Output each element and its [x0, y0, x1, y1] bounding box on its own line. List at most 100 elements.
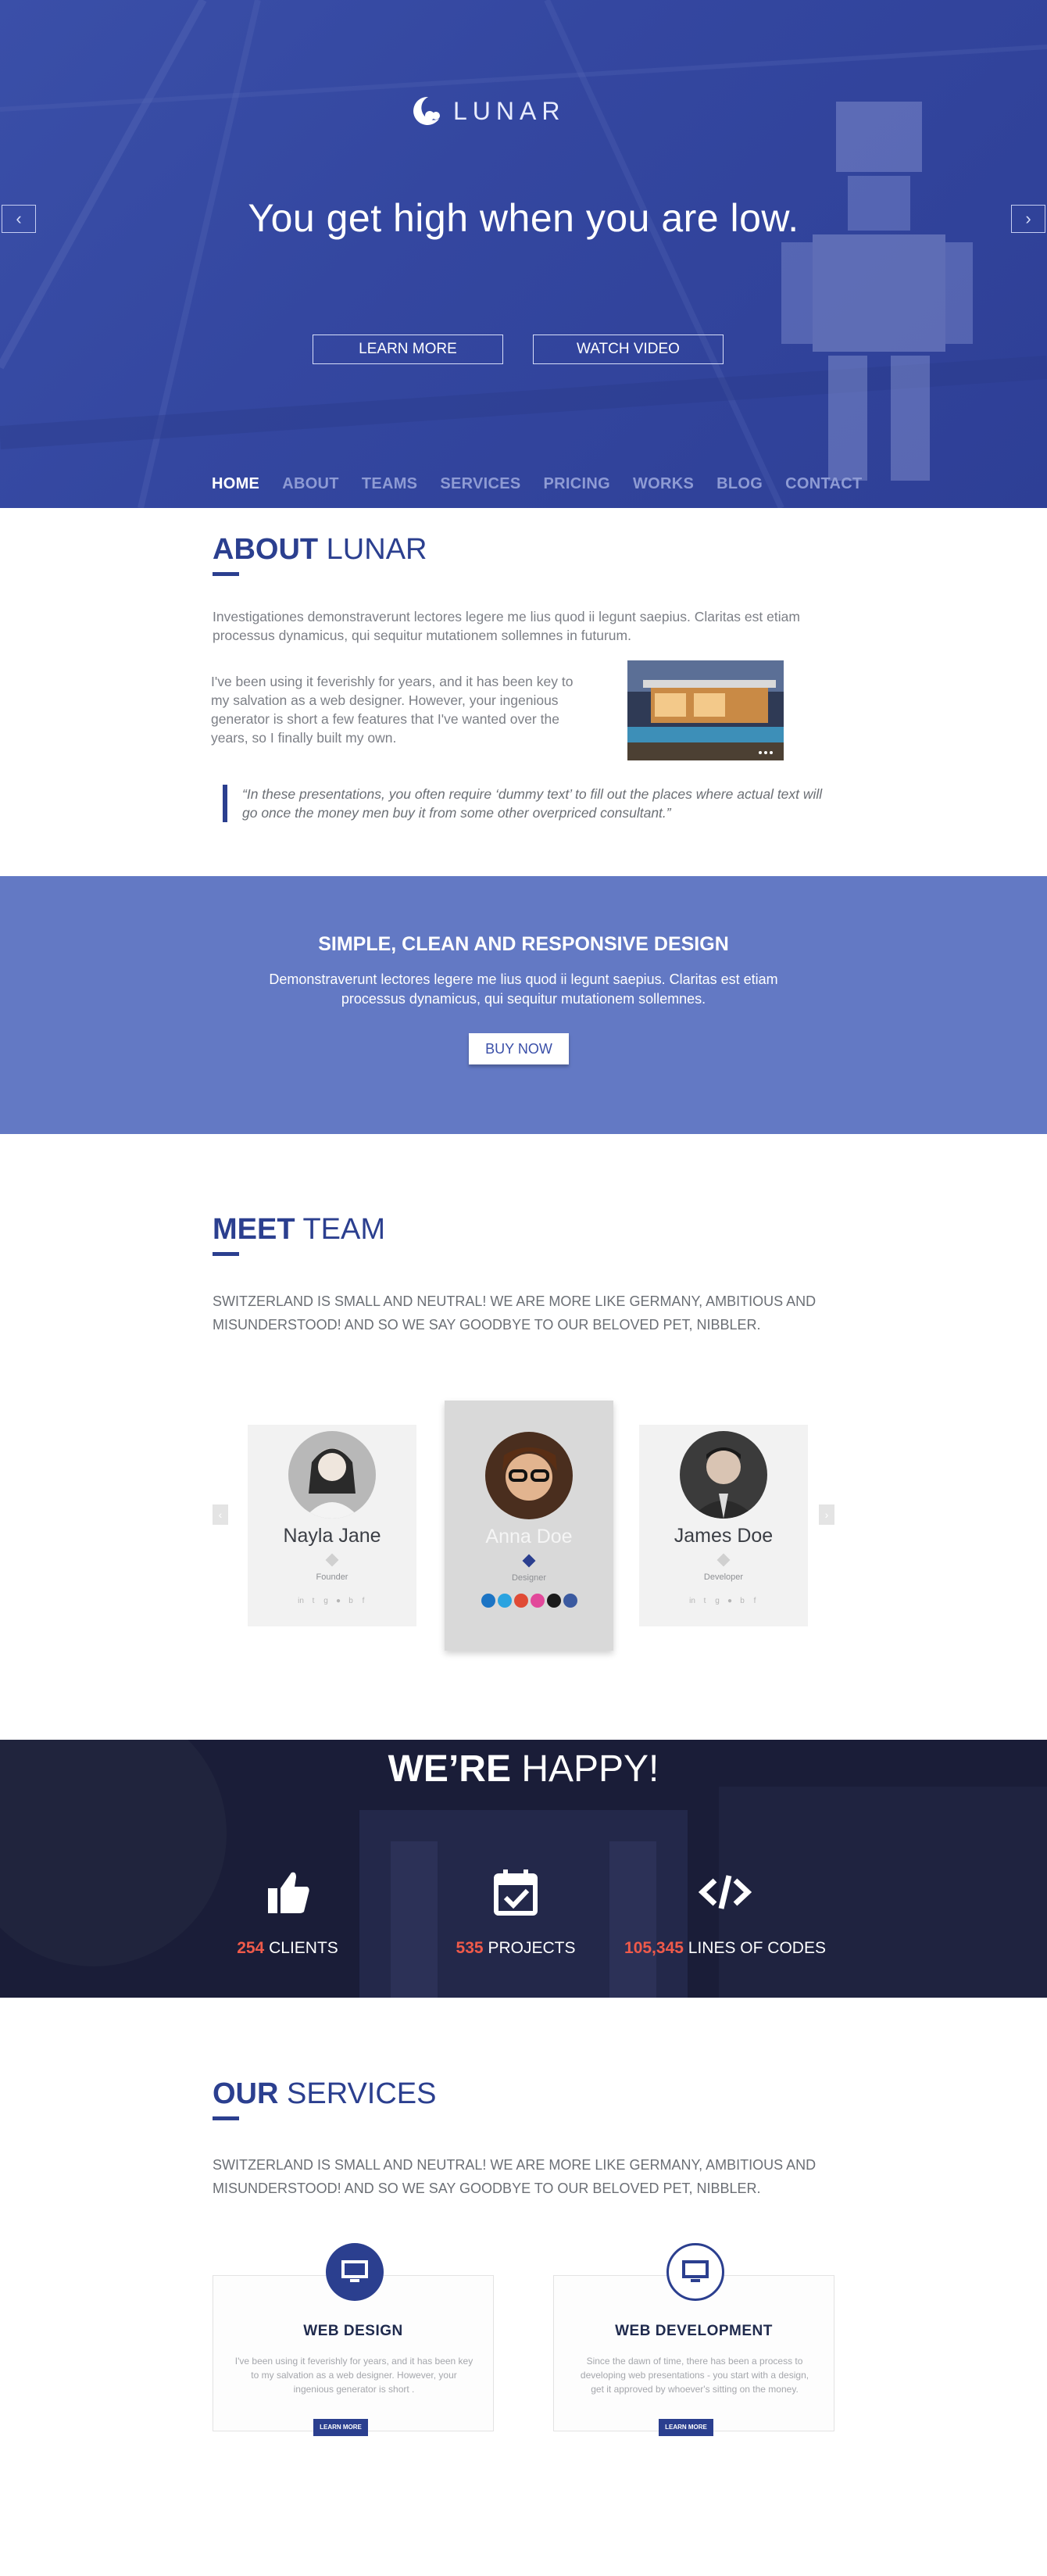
google-plus-icon[interactable]: g [713, 1597, 721, 1605]
stats-title-light: HAPPY! [521, 1748, 659, 1790]
main-nav: HOME ABOUT TEAMS SERVICES PRICING WORKS … [212, 475, 885, 493]
behance-icon[interactable] [546, 1594, 561, 1608]
stat-label: 254 CLIENTS [170, 1939, 405, 1958]
service-card-web-design: WEB DESIGN I've been using it feverishly… [213, 2243, 494, 2436]
linkedin-icon[interactable]: in [297, 1597, 305, 1605]
services-title-light: SERVICES [287, 2077, 437, 2110]
nav-item-contact[interactable]: CONTACT [785, 475, 862, 493]
nav-item-blog[interactable]: BLOG [716, 475, 763, 493]
twitter-icon[interactable]: t [701, 1597, 709, 1605]
stat-text: PROJECTS [488, 1939, 576, 1957]
dribbble-icon[interactable] [530, 1594, 545, 1608]
moon-logo-icon [413, 96, 440, 125]
stat-codes: 105,345 LINES OF CODES [608, 1865, 842, 1958]
service-desc: Since the dawn of time, there has been a… [580, 2356, 809, 2395]
nav-item-about[interactable]: ABOUT [282, 475, 339, 493]
google-plus-icon[interactable]: g [322, 1597, 330, 1605]
about-intro: Investigationes demonstraverunt lectores… [213, 609, 800, 643]
watch-video-button[interactable]: WATCH VIDEO [533, 335, 724, 364]
member-name: Nayla Jane [283, 1525, 381, 1547]
about-title-bold: ABOUT [213, 533, 319, 566]
stat-number: 105,345 [624, 1939, 684, 1957]
nav-item-pricing[interactable]: PRICING [544, 475, 610, 493]
service-desc: I've been using it feverishly for years,… [234, 2356, 473, 2395]
nav-item-teams[interactable]: TEAMS [362, 475, 418, 493]
learn-more-button[interactable]: LEARN MORE [313, 2419, 368, 2436]
social-links: in t g ● b f [639, 1597, 808, 1605]
about-title: ABOUT LUNAR [213, 533, 427, 576]
diamond-divider [522, 1554, 536, 1568]
services-title: OUR SERVICES [213, 2077, 437, 2120]
learn-more-button[interactable]: LEARN MORE [659, 2419, 713, 2436]
stat-text: LINES OF CODES [688, 1939, 826, 1957]
nav-item-services[interactable]: SERVICES [440, 475, 520, 493]
member-role: Designer [511, 1573, 547, 1583]
stats-section: WE’RE HAPPY! 254 CLIENTS 535 PROJECTS 10… [0, 1740, 1047, 1998]
linkedin-icon[interactable] [481, 1594, 495, 1608]
service-title: WEB DEVELOPMENT [615, 2323, 773, 2339]
behance-icon[interactable]: b [347, 1597, 355, 1605]
nav-item-home[interactable]: HOME [212, 475, 259, 493]
stat-label: 535 PROJECTS [398, 1939, 633, 1958]
facebook-icon[interactable] [563, 1594, 577, 1608]
monitor-icon [666, 2243, 724, 2301]
team-next-button[interactable]: › [819, 1504, 834, 1525]
facebook-icon[interactable]: f [751, 1597, 759, 1605]
about-house-image [627, 660, 784, 760]
member-name: Anna Doe [485, 1526, 573, 1547]
hero-title: You get high when you are low. [248, 196, 799, 240]
google-plus-icon[interactable] [513, 1594, 528, 1608]
diamond-divider [716, 1553, 731, 1567]
facebook-icon[interactable]: f [359, 1597, 367, 1605]
title-underline [213, 2116, 239, 2120]
logo-text: LUNAR [453, 96, 566, 125]
team-card[interactable]: James Doe Developer in t g ● b f [639, 1425, 808, 1626]
diamond-divider [325, 1553, 339, 1567]
chevron-right-icon: › [824, 1508, 829, 1521]
services-intro: SWITZERLAND IS SMALL AND NEUTRAL! WE ARE… [213, 2157, 817, 2196]
dribbble-icon[interactable]: ● [726, 1597, 734, 1605]
calendar-check-icon [494, 1869, 538, 1916]
stat-number: 535 [456, 1939, 484, 1957]
stats-title-bold: WE’RE [388, 1748, 511, 1790]
lunar-logo[interactable]: LUNAR [406, 92, 565, 130]
monitor-icon [326, 2243, 384, 2301]
team-card-active[interactable]: Anna Doe Designer [445, 1401, 613, 1651]
twitter-icon[interactable] [497, 1594, 512, 1608]
team-card[interactable]: Nayla Jane Founder in t g ● b f [248, 1425, 416, 1626]
thumbs-up-icon [268, 1872, 309, 1913]
avatar [288, 1431, 376, 1519]
team-title-bold: MEET [213, 1213, 295, 1246]
team-title-light: TEAM [302, 1213, 385, 1246]
about-title-light: LUNAR [326, 533, 427, 566]
team-intro: SWITZERLAND IS SMALL AND NEUTRAL! WE ARE… [213, 1293, 817, 1333]
avatar [485, 1432, 573, 1519]
stat-text: CLIENTS [269, 1939, 338, 1957]
stat-projects: 535 PROJECTS [398, 1865, 633, 1958]
services-title-bold: OUR [213, 2077, 279, 2110]
stat-number: 254 [237, 1939, 265, 1957]
service-title: WEB DESIGN [303, 2323, 403, 2339]
about-quote: “In these presentations, you often requi… [223, 785, 832, 822]
service-card-web-development: WEB DEVELOPMENT Since the dawn of time, … [553, 2243, 834, 2436]
banner-text: Demonstraverunt lectores legere me lius … [269, 971, 778, 1007]
stats-title: WE’RE HAPPY! [0, 1748, 1047, 1791]
buy-now-button[interactable]: BUY NOW [469, 1033, 569, 1064]
linkedin-icon[interactable]: in [688, 1597, 696, 1605]
team-prev-button[interactable]: ‹ [213, 1504, 228, 1525]
member-role: Founder [316, 1572, 348, 1582]
stat-clients: 254 CLIENTS [170, 1865, 405, 1958]
member-name: James Doe [674, 1525, 774, 1547]
about-body: I've been using it feverishly for years,… [211, 674, 574, 746]
nav-item-works[interactable]: WORKS [633, 475, 694, 493]
learn-more-button[interactable]: LEARN MORE [313, 335, 503, 364]
twitter-icon[interactable]: t [309, 1597, 317, 1605]
title-underline [213, 572, 239, 576]
banner-title: SIMPLE, CLEAN AND RESPONSIVE DESIGN [318, 933, 729, 955]
hero-section: LUNAR ‹ › You get high when you are low.… [0, 0, 1047, 508]
dribbble-icon[interactable]: ● [334, 1597, 342, 1605]
behance-icon[interactable]: b [738, 1597, 746, 1605]
title-underline [213, 1252, 239, 1256]
social-links: in t g ● b f [248, 1597, 416, 1605]
social-links [445, 1594, 613, 1608]
